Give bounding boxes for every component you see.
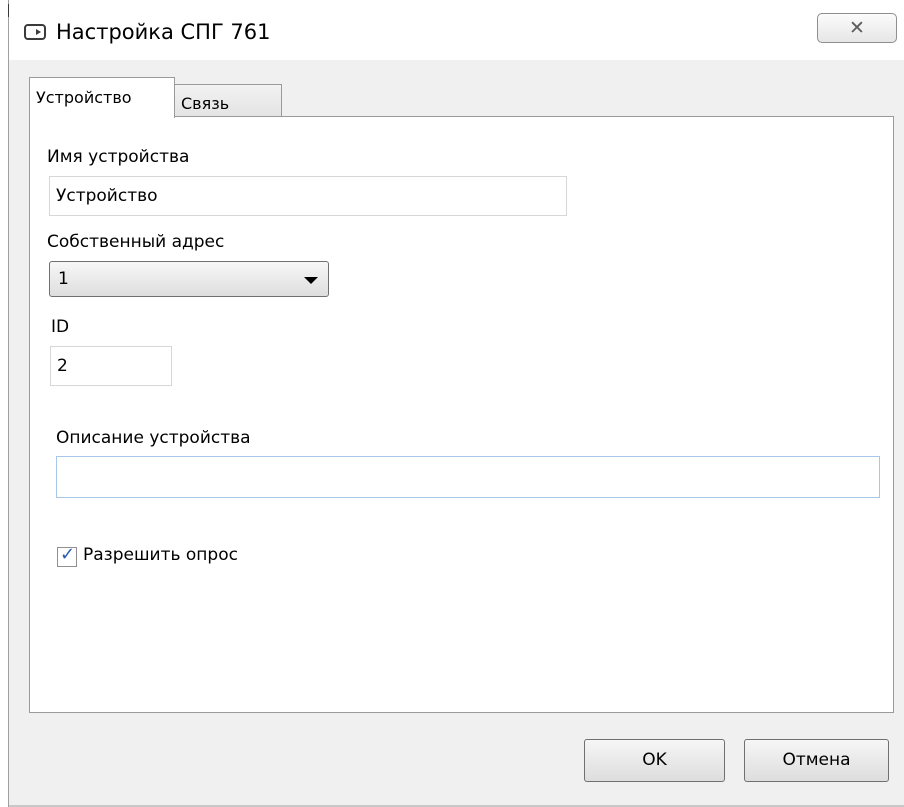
title-bar: Настройка СПГ 761 ✕ <box>9 0 904 60</box>
tab-device[interactable]: Устройство <box>29 77 175 118</box>
own-address-label: Собственный адрес <box>47 232 225 252</box>
device-name-label: Имя устройства <box>47 147 190 167</box>
window-app-icon <box>24 24 46 40</box>
polling-label: Разрешить опрос <box>83 545 238 565</box>
polling-checkbox[interactable]: ✓ <box>57 544 77 567</box>
cancel-button[interactable]: Отмена <box>744 739 889 782</box>
ok-button[interactable]: OK <box>584 739 725 782</box>
description-label: Описание устройства <box>56 428 251 448</box>
checkmark-icon: ✓ <box>60 544 76 565</box>
tab-panel-device: Имя устройства Устройство Собственный ад… <box>29 116 894 713</box>
close-button[interactable]: ✕ <box>817 13 897 43</box>
dropdown-arrow-icon <box>304 277 318 284</box>
window-title: Настройка СПГ 761 <box>56 20 271 44</box>
id-label: ID <box>51 317 70 337</box>
device-name-input[interactable]: Устройство <box>49 176 567 216</box>
id-input[interactable]: 2 <box>50 346 172 386</box>
description-input[interactable] <box>56 456 880 498</box>
own-address-value: 1 <box>58 269 69 289</box>
close-icon: ✕ <box>849 17 865 39</box>
own-address-select[interactable]: 1 <box>49 261 329 297</box>
tab-connection[interactable]: Связь <box>175 84 282 118</box>
